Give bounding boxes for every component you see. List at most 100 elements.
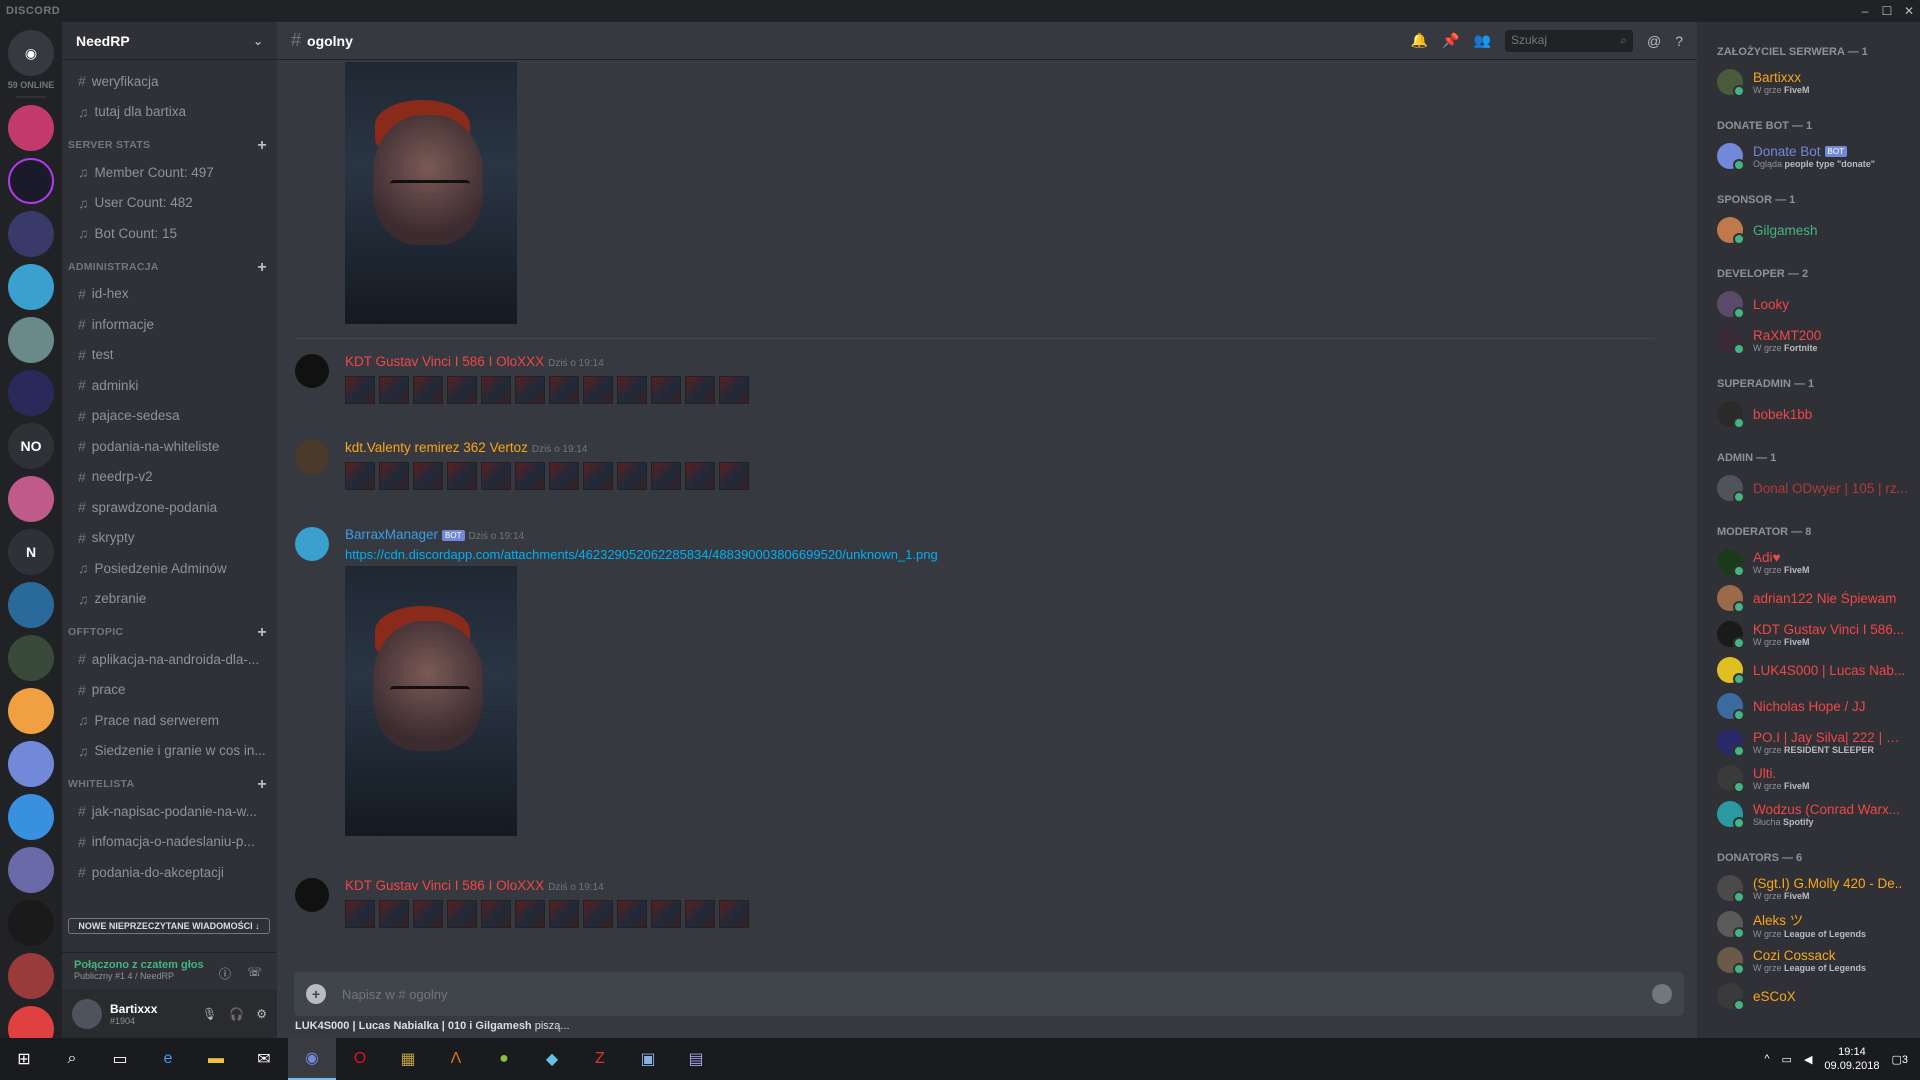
message-author[interactable]: KDT Gustav Vinci I 586 I OloXXX: [345, 878, 544, 893]
channel-item[interactable]: # needrp-v2: [62, 462, 277, 493]
app-icon[interactable]: ▤: [672, 1038, 720, 1080]
member-item[interactable]: Looky: [1697, 286, 1920, 322]
server-icon[interactable]: [8, 264, 54, 310]
search-input[interactable]: Szukaj ⌕: [1504, 29, 1633, 52]
server-icon[interactable]: [8, 900, 54, 946]
message-author[interactable]: KDT Gustav Vinci I 586 I OloXXX: [345, 354, 544, 369]
server-header[interactable]: NeedRP ⌄: [62, 22, 277, 60]
channel-item[interactable]: ♫ User Count: 482: [62, 188, 277, 219]
discord-icon[interactable]: ◉: [288, 1038, 336, 1080]
member-item[interactable]: Nicholas Hope / JJ: [1697, 688, 1920, 724]
image-attachment[interactable]: [345, 62, 517, 324]
tray-up-icon[interactable]: ^: [1764, 1053, 1769, 1065]
server-icon[interactable]: [8, 1006, 54, 1038]
member-item[interactable]: Wodzus (Conrad Warx... Słucha Spotify: [1697, 796, 1920, 832]
mention-icon[interactable]: @: [1647, 33, 1661, 49]
app-icon[interactable]: Λ: [432, 1038, 480, 1080]
avatar[interactable]: [295, 354, 329, 388]
member-item[interactable]: bobek1bb: [1697, 396, 1920, 432]
category-whitelista[interactable]: WHITELISTA +: [62, 766, 277, 796]
channel-item[interactable]: # aplikacja-na-androida-dla-...: [62, 644, 277, 675]
discord-home-icon[interactable]: ◉: [8, 30, 54, 76]
gear-icon[interactable]: ⚙: [256, 1007, 267, 1021]
message-author[interactable]: kdt.Valenty remirez 362 Vertoz: [345, 440, 528, 455]
add-channel-icon[interactable]: +: [257, 777, 267, 793]
channel-item[interactable]: ♫ Posiedzenie Adminów: [62, 553, 277, 584]
app-icon[interactable]: ◆: [528, 1038, 576, 1080]
message-input[interactable]: [342, 986, 1652, 1002]
channel-item[interactable]: ♫ Bot Count: 15: [62, 218, 277, 249]
server-icon[interactable]: [8, 370, 54, 416]
attachment-link[interactable]: https://cdn.discordapp.com/attachments/4…: [345, 547, 938, 562]
server-icon[interactable]: [8, 741, 54, 787]
avatar[interactable]: [295, 527, 329, 561]
add-channel-icon[interactable]: +: [257, 138, 267, 154]
channel-item[interactable]: ♫ Siedzenie i granie w cos in...: [62, 736, 277, 767]
virtualbox-icon[interactable]: ▣: [624, 1038, 672, 1080]
winrar-icon[interactable]: ▦: [384, 1038, 432, 1080]
member-item[interactable]: Gilgamesh: [1697, 212, 1920, 248]
channel-item[interactable]: ♫ zebranie: [62, 584, 277, 615]
volume-icon[interactable]: ◀: [1804, 1053, 1812, 1066]
close-icon[interactable]: ✕: [1898, 4, 1920, 18]
edge-icon[interactable]: e: [144, 1038, 192, 1080]
member-item[interactable]: Bartixxx W grze FiveM: [1697, 64, 1920, 100]
clock[interactable]: 19:14 09.09.2018: [1824, 1045, 1879, 1073]
category-administracja[interactable]: ADMINISTRACJA +: [62, 249, 277, 279]
member-item[interactable]: (Sgt.I) G.Molly 420 - De.. W grze FiveM: [1697, 870, 1920, 906]
channel-item[interactable]: # id-hex: [62, 279, 277, 310]
member-item[interactable]: Ulti. W grze FiveM: [1697, 760, 1920, 796]
message-author[interactable]: BarraxManager: [345, 527, 438, 542]
server-icon[interactable]: [8, 635, 54, 681]
mail-icon[interactable]: ✉: [240, 1038, 288, 1080]
windows-start-icon[interactable]: ⊞: [0, 1038, 48, 1080]
network-icon[interactable]: ▭: [1782, 1053, 1792, 1066]
server-icon[interactable]: [8, 688, 54, 734]
channel-item[interactable]: # podania-na-whiteliste: [62, 431, 277, 462]
server-icon[interactable]: [8, 211, 54, 257]
channel-item[interactable]: # informacje: [62, 309, 277, 340]
minimize-icon[interactable]: –: [1854, 4, 1876, 18]
member-item[interactable]: Donal ODwyer | 105 | rz...: [1697, 470, 1920, 506]
server-icon[interactable]: [8, 105, 54, 151]
member-item[interactable]: eSCoX: [1697, 978, 1920, 1014]
emoji-picker-icon[interactable]: [1652, 984, 1672, 1004]
member-item[interactable]: Adi♥ W grze FiveM: [1697, 544, 1920, 580]
channel-item[interactable]: # weryfikacja: [62, 66, 277, 97]
member-item[interactable]: LUK4S000 | Lucas Nab...: [1697, 652, 1920, 688]
maximize-icon[interactable]: ☐: [1876, 4, 1898, 18]
app-icon[interactable]: ●: [480, 1038, 528, 1080]
member-item[interactable]: RaXMT200 W grze Fortnite: [1697, 322, 1920, 358]
server-icon[interactable]: [8, 794, 54, 840]
avatar[interactable]: [72, 999, 102, 1029]
image-attachment[interactable]: [345, 566, 517, 836]
help-icon[interactable]: ?: [1675, 33, 1683, 49]
search-icon[interactable]: ⌕: [48, 1038, 96, 1080]
channel-item[interactable]: # test: [62, 340, 277, 371]
member-item[interactable]: adrian122 Nie Śpiewam: [1697, 580, 1920, 616]
info-icon[interactable]: ⓘ: [219, 965, 231, 982]
channel-item[interactable]: ♫ Prace nad serwerem: [62, 705, 277, 736]
bell-icon[interactable]: 🔔: [1411, 32, 1428, 49]
member-item[interactable]: Cozi Cossack W grze League of Legends: [1697, 942, 1920, 978]
channel-item[interactable]: # prace: [62, 675, 277, 706]
add-channel-icon[interactable]: +: [257, 259, 267, 275]
member-item[interactable]: PO.I | Jay Silva| 222 | Póki W grze RESID…: [1697, 724, 1920, 760]
server-icon[interactable]: [8, 317, 54, 363]
category-offtopic[interactable]: OFFTOPIC +: [62, 614, 277, 644]
opera-icon[interactable]: O: [336, 1038, 384, 1080]
new-messages-bar[interactable]: NOWE NIEPRZECZYTANE WIADOMOŚCI ↓: [68, 918, 270, 934]
add-channel-icon[interactable]: +: [257, 625, 267, 641]
avatar[interactable]: [295, 440, 329, 474]
member-item[interactable]: Aleks ツW grze League of Legends: [1697, 906, 1920, 942]
channel-item[interactable]: # pajace-sedesa: [62, 401, 277, 432]
pin-icon[interactable]: 📌: [1442, 32, 1459, 49]
server-icon[interactable]: [8, 476, 54, 522]
member-item[interactable]: KDT Gustav Vinci I 586... W grze FiveM: [1697, 616, 1920, 652]
server-icon[interactable]: [8, 158, 54, 204]
server-icon[interactable]: [8, 582, 54, 628]
channel-item[interactable]: # jak-napisac-podanie-na-w...: [62, 796, 277, 827]
channel-item[interactable]: # skrypty: [62, 523, 277, 554]
notification-icon[interactable]: ▢3: [1891, 1053, 1908, 1066]
channel-item[interactable]: # adminki: [62, 370, 277, 401]
